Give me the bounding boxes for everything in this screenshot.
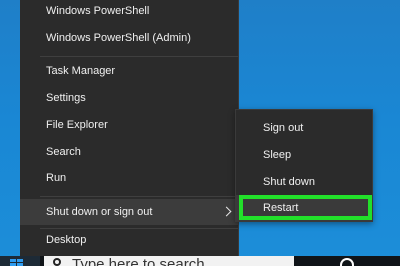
- taskbar: Type here to search: [0, 256, 400, 266]
- chevron-right-icon: [221, 206, 232, 217]
- menu-item-shut-down-or-sign-out[interactable]: Shut down or sign out: [20, 199, 238, 225]
- winx-power-user-menu: Windows PowerShell Windows PowerShell (A…: [20, 0, 239, 256]
- search-placeholder: Type here to search: [72, 256, 205, 266]
- submenu-item-shut-down[interactable]: Shut down: [236, 169, 372, 195]
- submenu-item-sleep[interactable]: Sleep: [236, 142, 372, 168]
- submenu-item-sign-out[interactable]: Sign out: [236, 115, 372, 141]
- menu-item-settings[interactable]: Settings: [20, 85, 238, 111]
- taskbar-search-box[interactable]: Type here to search: [44, 256, 294, 266]
- menu-divider: [40, 196, 238, 197]
- menu-item-task-manager[interactable]: Task Manager: [20, 58, 238, 84]
- restart-highlight-box: [239, 195, 372, 220]
- start-button[interactable]: [0, 256, 40, 266]
- menu-item-desktop[interactable]: Desktop: [20, 227, 238, 253]
- windows-logo-icon: [10, 259, 24, 266]
- menu-item-windows-powershell[interactable]: Windows PowerShell: [20, 0, 238, 24]
- menu-item-run[interactable]: Run: [20, 165, 238, 191]
- network-icon[interactable]: [340, 258, 354, 266]
- menu-item-file-explorer[interactable]: File Explorer: [20, 112, 238, 138]
- menu-item-windows-powershell-admin[interactable]: Windows PowerShell (Admin): [20, 25, 238, 51]
- menu-item-label: Shut down or sign out: [46, 206, 153, 218]
- menu-item-search[interactable]: Search: [20, 139, 238, 165]
- menu-divider: [40, 56, 238, 57]
- search-icon: [53, 258, 61, 266]
